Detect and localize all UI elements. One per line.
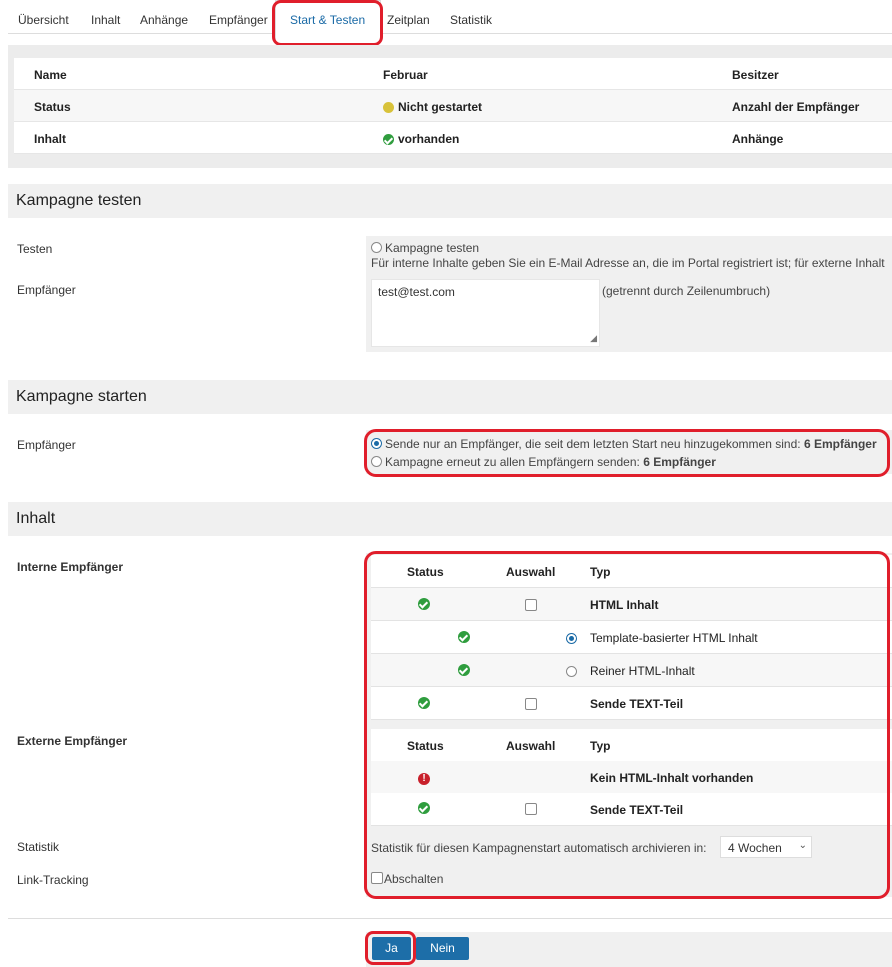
tracking-option[interactable]: Abschalten: [371, 872, 443, 886]
intern-table: Status Auswahl Typ HTML Inhalt Template-…: [371, 555, 892, 720]
col-auswahl: Auswahl: [506, 739, 556, 753]
tab-anhaenge[interactable]: Anhänge: [140, 13, 188, 27]
checkbox-html-inhalt[interactable]: [525, 599, 537, 613]
textarea-note: (getrennt durch Zeilenumbruch): [602, 284, 771, 298]
extern-table: Status Auswahl Typ ! Kein HTML-Inhalt vo…: [371, 729, 892, 826]
section-title: Inhalt: [16, 510, 56, 527]
option-label: Abschalten: [384, 872, 444, 886]
summary-table: Name Februar Besitzer Status Nicht gesta…: [14, 58, 892, 154]
summary-row-name: Name Februar Besitzer: [14, 58, 892, 90]
field-label-empfaenger: Empfänger: [17, 438, 76, 452]
status-ok-icon: [458, 664, 470, 679]
resize-handle-icon[interactable]: ◢: [590, 333, 597, 344]
radio-kampagne-testen[interactable]: [371, 242, 382, 253]
summary-label: Name: [34, 68, 67, 82]
col-status: Status: [407, 565, 444, 579]
radio-all-recipients[interactable]: [371, 456, 382, 467]
radio-new-recipients[interactable]: [371, 438, 382, 449]
field-label-testen: Testen: [17, 242, 53, 256]
summary-panel: Name Februar Besitzer Status Nicht gesta…: [8, 45, 892, 168]
table-header: Status Auswahl Typ: [371, 555, 892, 588]
check-icon: [383, 134, 394, 145]
row-typ: Sende TEXT-Teil: [590, 803, 684, 817]
checkbox-abschalten[interactable]: [371, 872, 383, 884]
summary-row-status: Status Nicht gestartet Anzahl der Empfän…: [14, 90, 892, 122]
col-status: Status: [407, 739, 444, 753]
field-label-intern: Interne Empfänger: [17, 560, 124, 574]
table-row: Sende TEXT-Teil: [371, 687, 892, 720]
status-ok-icon: [418, 802, 430, 817]
summary-label: Besitzer: [732, 68, 779, 82]
table-row: Reiner HTML-Inhalt: [371, 654, 892, 687]
table-row: Sende TEXT-Teil: [371, 793, 892, 826]
tab-inhalt[interactable]: Inhalt: [91, 13, 120, 27]
summary-label: Anzahl der Empfänger: [732, 100, 860, 114]
row-typ: Kein HTML-Inhalt vorhanden: [590, 771, 754, 785]
summary-content: vorhanden: [383, 132, 459, 146]
row-typ: Reiner HTML-Inhalt: [590, 664, 695, 678]
summary-label: Anhänge: [732, 132, 784, 146]
section-header-test: Kampagne testen: [8, 184, 892, 218]
recipient-count: 6 Empfänger: [643, 455, 716, 469]
table-row: HTML Inhalt: [371, 588, 892, 621]
summary-row-inhalt: Inhalt vorhanden Anhänge: [14, 122, 892, 154]
yes-button[interactable]: Ja: [372, 937, 411, 960]
summary-value: Nicht gestartet: [398, 100, 483, 114]
summary-value: vorhanden: [398, 132, 460, 146]
tab-uebersicht[interactable]: Übersicht: [18, 13, 69, 27]
col-typ: Typ: [590, 739, 611, 753]
radio-reiner-html[interactable]: [566, 665, 580, 679]
test-option[interactable]: Kampagne testen: [371, 241, 479, 255]
checkbox-text-teil[interactable]: [525, 698, 537, 712]
row-typ: Template-basierter HTML Inhalt: [590, 631, 758, 645]
section-title: Kampagne testen: [16, 192, 142, 209]
field-label-extern: Externe Empfänger: [17, 734, 128, 748]
statistik-select[interactable]: 4 Wochen ⌄: [720, 836, 812, 858]
status-ok-icon: [458, 631, 470, 646]
section-header-inhalt: Inhalt: [8, 502, 892, 536]
summary-status: Nicht gestartet: [383, 100, 482, 114]
option-label: Sende nur an Empfänger, die seit dem let…: [385, 437, 801, 451]
section-title: Kampagne starten: [16, 388, 147, 405]
no-button[interactable]: Nein: [416, 937, 469, 960]
select-value: 4 Wochen: [728, 841, 782, 855]
col-auswahl: Auswahl: [506, 565, 556, 579]
status-ok-icon: [418, 598, 430, 613]
status-error-icon: !: [418, 770, 430, 785]
row-typ: Sende TEXT-Teil: [590, 697, 684, 711]
divider: [8, 918, 892, 919]
section-header-start: Kampagne starten: [8, 380, 892, 414]
option-label: Kampagne testen: [385, 241, 480, 255]
statistik-text: Statistik für diesen Kampagnenstart auto…: [371, 841, 707, 855]
field-label-tracking: Link-Tracking: [17, 873, 89, 887]
start-option-new[interactable]: Sende nur an Empfänger, die seit dem let…: [371, 437, 877, 451]
tab-statistik[interactable]: Statistik: [450, 13, 492, 27]
summary-label: Inhalt: [34, 132, 66, 146]
checkbox-text-teil-extern[interactable]: [525, 803, 537, 817]
col-typ: Typ: [590, 565, 611, 579]
test-hint: Für interne Inhalte geben Sie ein E-Mail…: [371, 256, 885, 270]
table-header: Status Auswahl Typ: [371, 729, 892, 762]
field-label-statistik: Statistik: [17, 840, 60, 854]
recipient-count: 6 Empfänger: [803, 437, 877, 451]
option-label: Kampagne erneut zu allen Empfängern send…: [385, 455, 640, 469]
radio-template-html[interactable]: [566, 632, 580, 646]
summary-label: Status: [34, 100, 71, 114]
row-typ: HTML Inhalt: [590, 598, 659, 612]
summary-value: Februar: [383, 68, 428, 82]
tab-empfaenger[interactable]: Empfänger: [209, 13, 268, 27]
table-row: ! Kein HTML-Inhalt vorhanden: [371, 761, 892, 794]
textarea-value: test@test.com: [378, 285, 455, 299]
recipients-textarea[interactable]: test@test.com ◢: [371, 279, 600, 347]
start-option-all[interactable]: Kampagne erneut zu allen Empfängern send…: [371, 455, 716, 469]
tab-zeitplan[interactable]: Zeitplan: [387, 13, 430, 27]
table-row: Template-basierter HTML Inhalt: [371, 621, 892, 654]
field-label-empfaenger: Empfänger: [17, 283, 76, 297]
chevron-down-icon: ⌄: [798, 840, 807, 851]
status-ok-icon: [418, 697, 430, 712]
status-pending-icon: [383, 102, 394, 113]
tab-start-testen[interactable]: Start & Testen: [290, 13, 365, 27]
